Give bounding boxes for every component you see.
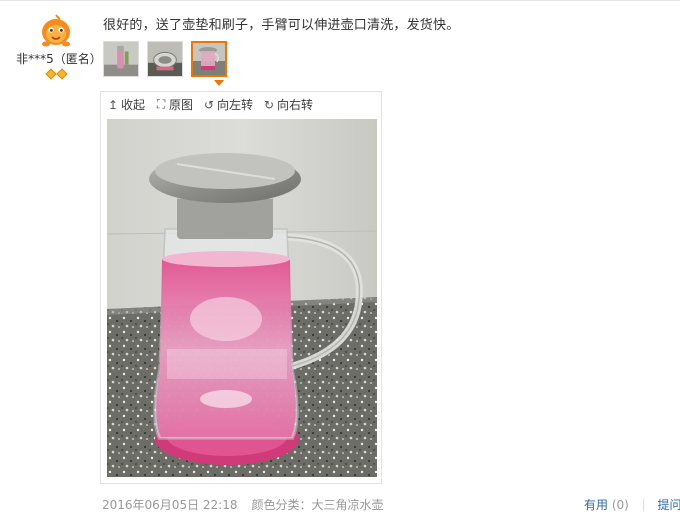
orange-mascot-icon bbox=[38, 12, 74, 48]
review-variant: 颜色分类：大三角凉水壶 bbox=[251, 498, 384, 512]
pitcher-photo-thumbnail bbox=[104, 42, 138, 76]
active-thumbnail-caret bbox=[214, 80, 224, 86]
user-avatar[interactable] bbox=[38, 12, 74, 48]
thumbnail-2[interactable] bbox=[147, 41, 183, 77]
rotate-left-label: 向左转 bbox=[217, 98, 254, 112]
glass-pitcher-photo bbox=[107, 119, 377, 477]
thumbnail-3[interactable] bbox=[191, 41, 227, 77]
viewer-toolbar: ↥ 收起 ⛶ 原图 ↺ 向左转 ↻ 向右转 bbox=[107, 96, 313, 113]
original-size-label: 原图 bbox=[169, 98, 194, 112]
original-size-button[interactable]: ⛶ 原图 bbox=[155, 96, 193, 113]
rotate-left-button[interactable]: ↺ 向左转 bbox=[203, 96, 253, 113]
diamond-icon bbox=[45, 68, 57, 80]
thumbnail-1[interactable] bbox=[103, 41, 139, 77]
review-date: 2016年06月05日 22:18 bbox=[102, 498, 238, 512]
useful-count: (0) bbox=[611, 498, 629, 512]
user-name: 非***5（匿名） bbox=[16, 52, 102, 66]
lid-photo-thumbnail bbox=[148, 42, 182, 76]
user-rank bbox=[45, 68, 68, 80]
collapse-label: 收起 bbox=[121, 98, 146, 112]
rotate-right-icon: ↻ bbox=[264, 97, 275, 112]
review-meta: 2016年06月05日 22:18 颜色分类：大三角凉水壶 bbox=[102, 496, 384, 513]
review-text: 很好的，送了壶垫和刷子，手臂可以伸进壶口清洗，发货快。 bbox=[103, 18, 460, 33]
useful-button[interactable]: 有用 bbox=[584, 498, 608, 512]
image-viewer: ↥ 收起 ⛶ 原图 ↺ 向左转 ↻ 向右转 bbox=[100, 91, 382, 484]
rotate-left-icon: ↺ bbox=[204, 97, 215, 112]
review-actions: 有用 (0) 提问 bbox=[584, 496, 680, 513]
review-photo[interactable] bbox=[107, 119, 377, 477]
review-thumbnails bbox=[103, 41, 227, 77]
top-divider bbox=[0, 0, 680, 1]
pitcher-photo-thumbnail bbox=[193, 43, 225, 75]
collapse-button[interactable]: ↥ 收起 bbox=[107, 96, 145, 113]
arrow-up-icon: ↥ bbox=[107, 97, 119, 112]
ask-button[interactable]: 提问 bbox=[658, 498, 680, 512]
action-divider bbox=[642, 499, 644, 511]
rotate-right-button[interactable]: ↻ 向右转 bbox=[263, 96, 313, 113]
diamond-icon bbox=[56, 68, 68, 80]
expand-icon: ⛶ bbox=[156, 97, 166, 111]
rotate-right-label: 向右转 bbox=[277, 98, 314, 112]
